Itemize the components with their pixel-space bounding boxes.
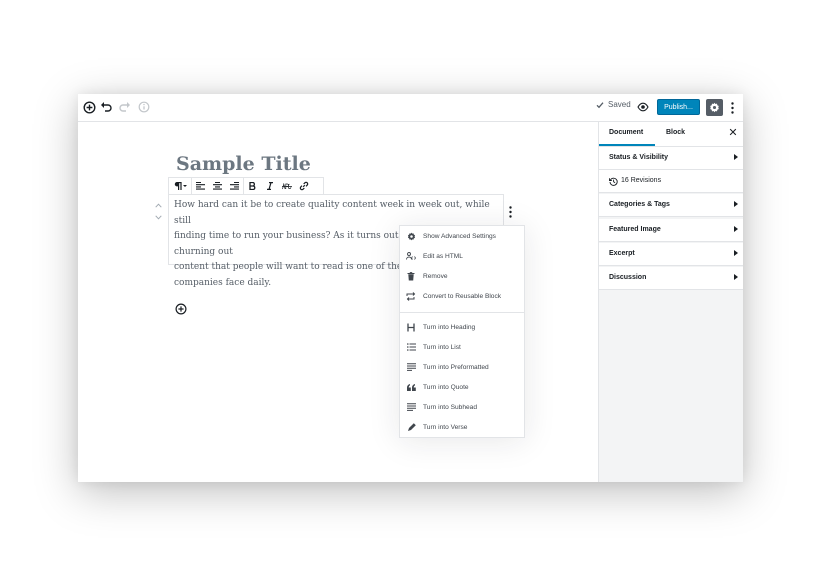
menu-item-advanced-settings[interactable]: Show Advanced Settings [400,227,524,245]
menu-item-label: Turn into Heading [423,323,476,331]
revisions-clock-icon [609,177,618,186]
menu-item-label: Show Advanced Settings [423,232,496,240]
caret-right-icon [734,274,738,280]
menu-item-label: Turn into List [423,343,461,351]
block-more-options-icon[interactable] [505,204,515,220]
settings-sidebar: Document Block ✕ Status & Visibility 16 … [598,122,743,482]
more-options-icon[interactable] [727,99,737,116]
menu-item-label: Turn into Verse [423,423,468,431]
paragraph-line: companies face daily. [174,277,272,288]
tab-block[interactable]: Block [666,129,685,136]
paragraph-icon [174,182,187,190]
link-icon[interactable] [295,178,312,194]
check-icon [596,101,604,108]
block-toolbar [168,177,324,195]
panel-label: 16 Revisions [621,177,662,184]
block-type-switcher[interactable] [169,178,191,194]
panel-label: Status & Visibility [609,154,668,161]
menu-item-turn-into-quote[interactable]: Turn into Quote [400,378,524,396]
panel-label: Featured Image [609,226,661,233]
strikethrough-icon[interactable] [278,178,295,194]
gear-icon [710,102,719,113]
italic-icon[interactable] [261,178,278,194]
caret-right-icon [734,154,738,160]
undo-icon[interactable] [97,98,115,116]
move-up-icon[interactable] [152,200,164,210]
panel-label: Discussion [609,274,647,281]
menu-item-label: Turn into Preformatted [423,363,489,371]
heading-icon [405,322,417,332]
menu-item-label: Convert to Reusable Block [423,292,502,300]
menu-item-edit-html[interactable]: Edit as HTML [400,247,524,265]
reusable-block-icon [405,291,417,301]
inserter-plus-icon[interactable] [175,302,187,315]
close-icon[interactable]: ✕ [727,127,739,139]
panel-label: Categories & Tags [609,201,670,208]
panel-discussion[interactable]: Discussion [599,267,743,290]
preview-eye-icon[interactable] [634,98,652,116]
post-title[interactable]: Sample Title [176,153,311,175]
quote-icon [405,382,417,392]
active-tab-indicator [599,144,655,146]
menu-divider [400,312,524,313]
panel-excerpt[interactable]: Excerpt [599,243,743,266]
menu-item-turn-into-list[interactable]: Turn into List [400,338,524,356]
panel-revisions[interactable]: 16 Revisions [599,170,743,193]
move-down-icon[interactable] [152,212,164,222]
bold-icon[interactable] [244,178,261,194]
gear-icon [405,231,417,241]
subhead-icon [405,402,417,412]
top-toolbar: Saved Publish... [78,94,743,122]
align-left-icon[interactable] [192,178,209,194]
saved-indicator: Saved [596,100,631,109]
add-block-icon[interactable] [80,98,98,116]
tab-document[interactable]: Document [609,129,643,136]
list-icon [405,342,417,352]
redo-icon[interactable] [116,98,134,116]
html-icon [405,251,417,261]
saved-label: Saved [608,100,631,109]
align-right-icon[interactable] [226,178,243,194]
info-icon[interactable] [135,98,153,116]
menu-item-label: Edit as HTML [423,252,463,260]
verse-icon [405,422,417,432]
publish-button[interactable]: Publish... [657,99,700,115]
panel-featured-image[interactable]: Featured Image [599,219,743,242]
caret-right-icon [734,201,738,207]
menu-item-label: Remove [423,272,448,280]
menu-item-remove[interactable]: Remove [400,267,524,285]
paragraph-line: How hard can it be to create quality con… [174,200,490,226]
menu-item-reusable-block[interactable]: Convert to Reusable Block [400,287,524,305]
menu-item-label: Turn into Quote [423,383,469,391]
menu-item-label: Turn into Subhead [423,403,478,411]
caret-right-icon [734,250,738,256]
align-center-icon[interactable] [209,178,226,194]
preformatted-icon [405,362,417,372]
panel-categories-tags[interactable]: Categories & Tags [599,194,743,217]
menu-item-turn-into-preformatted[interactable]: Turn into Preformatted [400,358,524,376]
settings-button[interactable] [706,99,723,116]
caret-right-icon [734,226,738,232]
menu-item-turn-into-heading[interactable]: Turn into Heading [400,318,524,336]
panel-label: Excerpt [609,250,635,257]
panel-status-visibility[interactable]: Status & Visibility [599,147,743,170]
menu-item-turn-into-verse[interactable]: Turn into Verse [400,418,524,436]
trash-icon [405,271,417,281]
menu-item-turn-into-subhead[interactable]: Turn into Subhead [400,398,524,416]
block-settings-menu: Show Advanced Settings Edit as HTML Remo… [399,225,525,438]
sidebar-header: Document Block ✕ [599,122,743,147]
